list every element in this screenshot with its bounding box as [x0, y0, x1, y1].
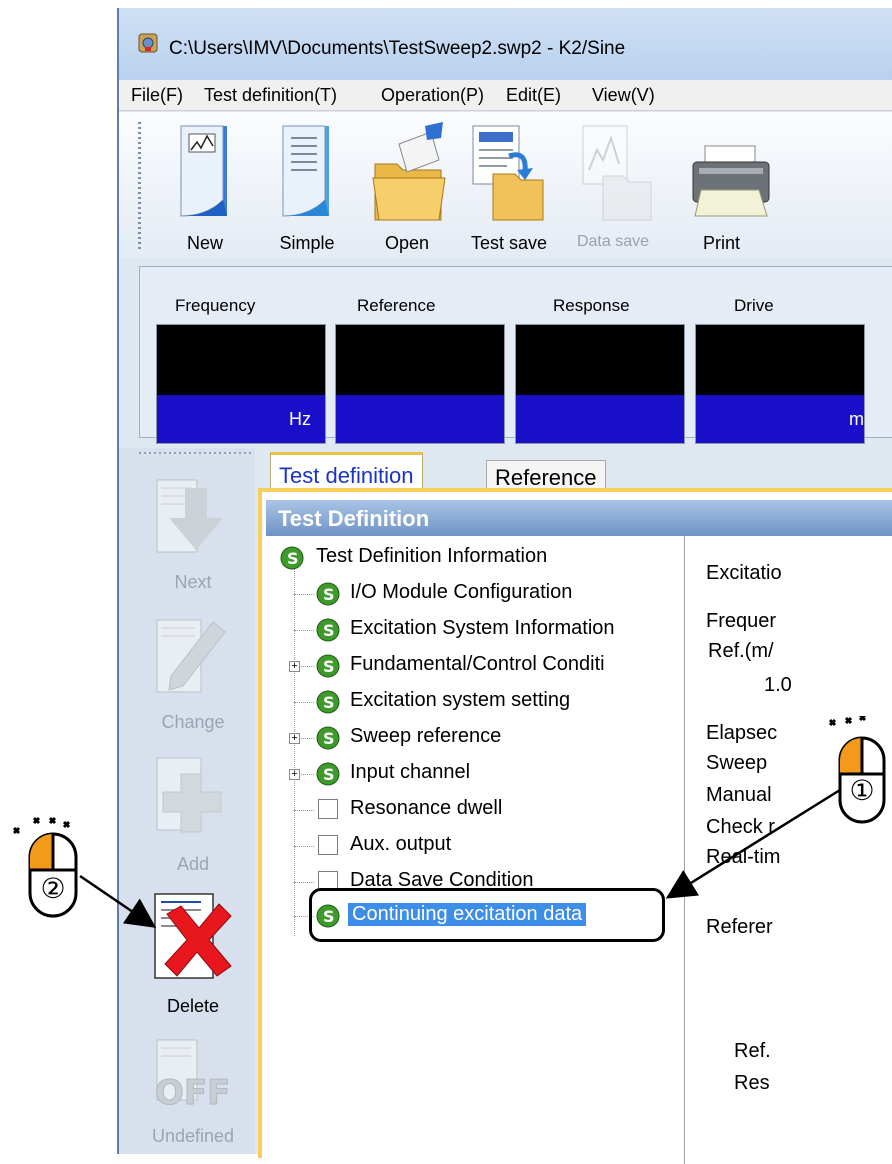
step2-arrow — [79, 874, 157, 928]
mouse-icon — [828, 713, 886, 824]
mouse-click-icon-step2: ② — [8, 810, 84, 920]
annotation-arrows — [79, 778, 857, 928]
step1-number: ① — [849, 774, 875, 807]
mouse-click-icon-step1: ① — [826, 713, 888, 826]
step2-number: ② — [40, 872, 66, 905]
